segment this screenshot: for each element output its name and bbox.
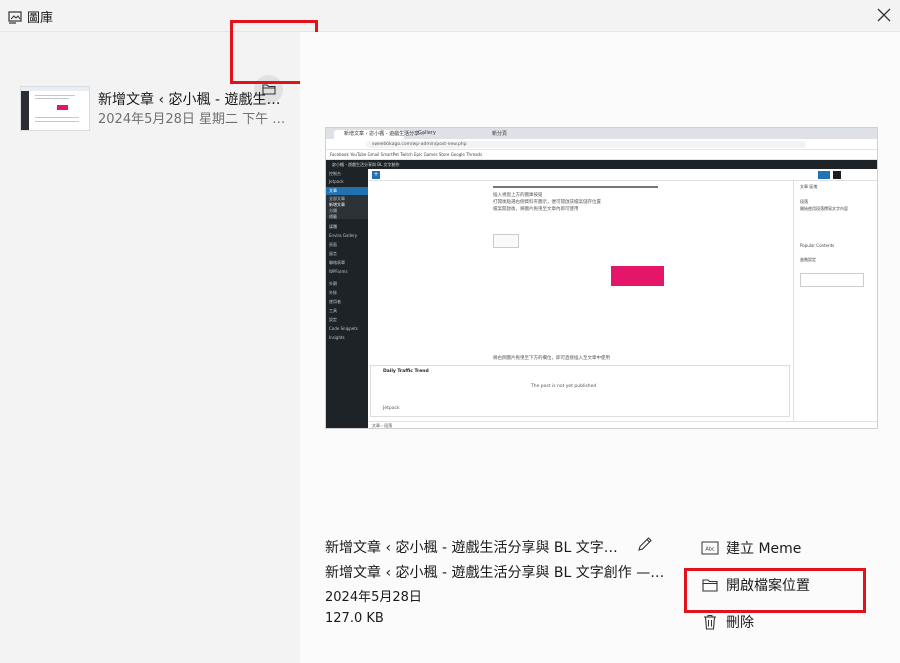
meme-icon: Abc	[700, 538, 720, 558]
svg-text:Abc: Abc	[705, 547, 715, 553]
editor-breadcrumb: 文章 › 段落	[368, 421, 877, 428]
content-caption: 將右側圖片拖曳至下方的欄位，即可直接插入至文章中使用	[493, 356, 610, 361]
traffic-card: Daily Traffic Trend The post is not yet …	[370, 365, 790, 417]
image-file-size: 127.0 KB	[325, 611, 384, 626]
open-file-location-label: 開啟檔案位置	[726, 578, 810, 594]
browser-tab: 新增文章 ‹ 宓小楓 - 遊戲生活分享…	[334, 130, 424, 139]
close-button[interactable]	[872, 4, 896, 28]
image-title: 新增文章 ‹ 宓小楓 - 遊戲生活分享與 BL 文字創作 — WordPress	[325, 540, 623, 556]
wp-menu-item: Jetpack	[329, 179, 344, 184]
close-icon	[877, 7, 891, 26]
settings-label: 進階設定	[800, 257, 816, 262]
content-line: 檔案開啟後，將圖片拖曳至文章內即可使用	[493, 207, 579, 212]
wp-menu-item: 留言	[329, 251, 337, 256]
card-body: The post is not yet published	[531, 384, 597, 389]
wp-menu-item: Insights	[329, 335, 345, 340]
gallery-list-item[interactable]: 新增文章 ‹ 宓小楓 - 遊戲生活分享與 BL 文字創作 — WordPress…	[20, 83, 290, 133]
create-meme-button[interactable]: Abc 建立 Meme	[700, 536, 801, 560]
editor-toolbar: +	[368, 169, 877, 181]
url-field: sweetkikago.com/wp-admin/post-new.php	[366, 141, 806, 148]
settings-label: 開始使用段落撰寫文字內容	[800, 206, 848, 211]
window-title: 圖庫	[27, 11, 54, 26]
inline-image	[493, 234, 519, 248]
wp-menu-item: 控制台	[329, 171, 341, 176]
inline-pink-image	[611, 266, 664, 286]
editor-content: 插入視窗上方的圖庫按鈕 打開後點選右側資料夾圖示，便可開啟該檔案儲存位置 檔案開…	[368, 181, 793, 428]
rename-button[interactable]	[634, 535, 656, 557]
editor-settings-panel: 文章 區塊 段落 開始使用段落撰寫文字內容 Popular Contents 進…	[793, 181, 877, 428]
browser-address-bar: sweetkikago.com/wp-admin/post-new.php	[326, 139, 877, 150]
screenshot-thumbnail	[20, 86, 90, 131]
wp-menu-item: 標籤	[329, 214, 337, 219]
bookmarks-bar: Facebook YouTube Gmail SmartPet Twitch E…	[326, 150, 877, 160]
delete-button[interactable]: 刪除	[700, 610, 754, 634]
pencil-icon	[637, 536, 653, 556]
wp-menu-item: 聯絡表單	[329, 260, 345, 265]
wp-menu-item: 外掛	[329, 290, 337, 295]
card-title: Daily Traffic Trend	[383, 369, 429, 374]
browser-tab: 新分頁	[492, 131, 508, 137]
add-block-icon: +	[372, 171, 380, 179]
title-bar: 圖庫	[0, 0, 900, 32]
browser-tab: Gallery	[418, 130, 436, 136]
image-source-title: 新增文章 ‹ 宓小楓 - 遊戲生活分享與 BL 文字創作 — WordPress	[325, 565, 667, 581]
delete-label: 刪除	[726, 615, 754, 631]
browser-tabs: 新增文章 ‹ 宓小楓 - 遊戲生活分享… Gallery 新分頁	[326, 128, 877, 139]
wp-menu-item: WPForms	[329, 269, 348, 274]
folder-icon	[700, 575, 720, 595]
settings-tabs: 文章 區塊	[800, 184, 818, 189]
wp-menu-item: Code Snippets	[329, 326, 358, 331]
content-line: 插入視窗上方的圖庫按鈕	[493, 193, 543, 198]
wp-menu-item: 設定	[329, 317, 337, 322]
wp-admin-bar: 宓小楓 - 遊戲生活分享與 BL 文字創作	[326, 160, 877, 169]
wp-menu-item: 使用者	[329, 299, 341, 304]
wp-menu-item: 頁面	[329, 242, 337, 247]
wp-menu-item: 文章	[329, 188, 337, 193]
list-item-date: 2024年5月28日 星期二 下午 …	[98, 112, 286, 127]
settings-label: 段落	[800, 199, 808, 204]
gallery-icon	[8, 9, 22, 24]
publish-button	[818, 171, 830, 179]
settings-label: Popular Contents	[800, 243, 835, 248]
settings-icon	[833, 171, 841, 179]
wp-menu-item: Envira Gallery	[329, 233, 358, 238]
image-date: 2024年5月28日	[325, 590, 422, 605]
wp-menu-item: 外觀	[329, 281, 337, 286]
wp-sidebar: 控制台 Jetpack 文章 全部文章 新增文章 分類 標籤 媒體 Envira…	[326, 169, 368, 428]
card-footer: Jetpack	[383, 406, 400, 411]
create-meme-label: 建立 Meme	[726, 541, 802, 557]
content-line: 打開後點選右側資料夾圖示，便可開啟該檔案儲存位置	[493, 200, 601, 205]
trash-icon	[700, 612, 720, 632]
wp-menu-item: 媒體	[329, 224, 337, 229]
screenshot-preview: 新增文章 ‹ 宓小楓 - 遊戲生活分享… Gallery 新分頁 sweetki…	[325, 127, 878, 429]
open-file-location-button[interactable]: 開啟檔案位置	[700, 573, 810, 597]
wp-menu-item: 工具	[329, 308, 337, 313]
list-item-title: 新增文章 ‹ 宓小楓 - 遊戲生活分享與 BL 文字創作 — WordPress	[98, 92, 290, 108]
